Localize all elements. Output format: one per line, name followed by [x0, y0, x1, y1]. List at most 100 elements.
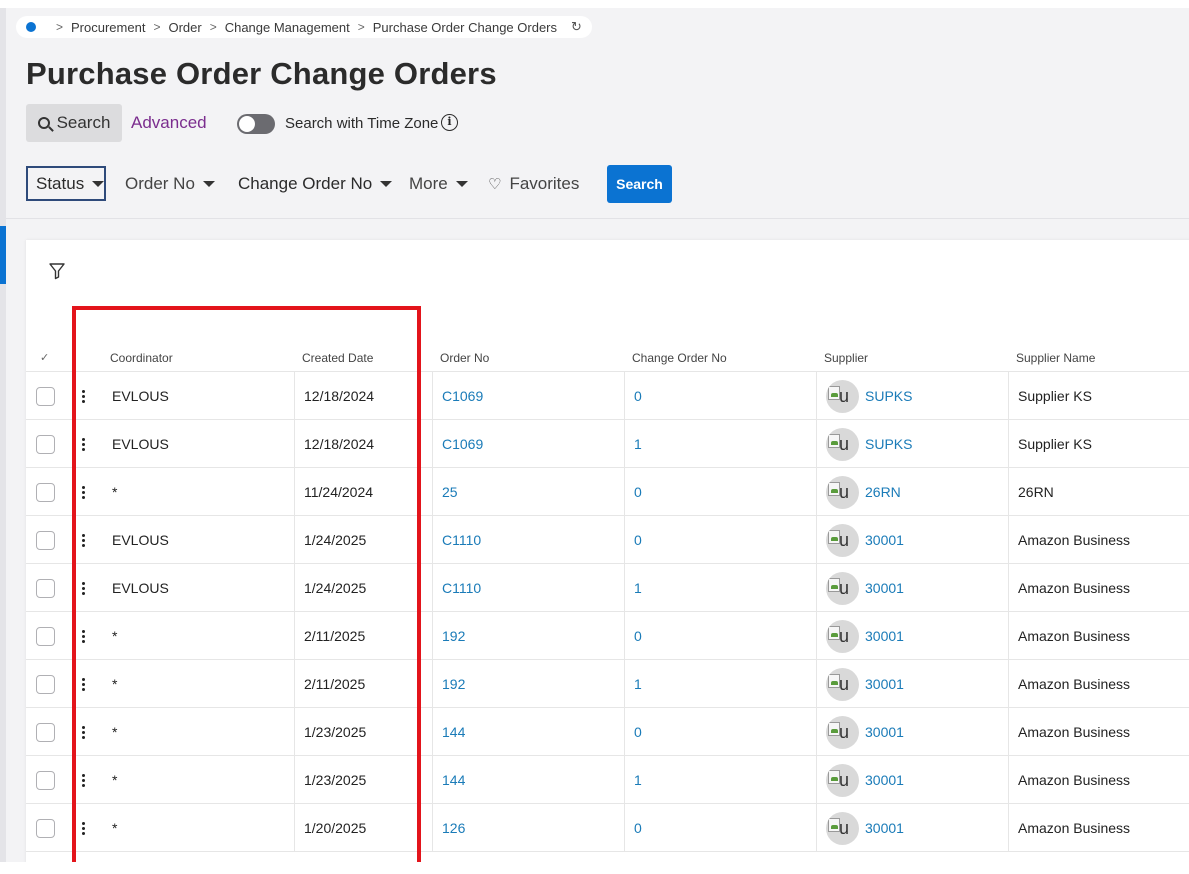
supplier-link[interactable]: 30001 — [865, 820, 904, 836]
row-actions-menu-icon[interactable] — [79, 660, 87, 708]
table-row[interactable]: * 11/24/2024 25 0 u 26RN 26RN — [26, 468, 1189, 516]
cell-order-no-link[interactable]: C1069 — [442, 420, 483, 468]
left-nav-active-indicator[interactable] — [0, 226, 6, 284]
table-row[interactable]: EVLOUS 12/18/2024 C1069 1 u SUPKS Supplier KS — [26, 420, 1189, 468]
supplier-link[interactable]: 30001 — [865, 772, 904, 788]
favorites-button[interactable]: ♡ Favorites — [488, 166, 579, 201]
breadcrumb-change-management[interactable]: Change Management — [225, 20, 350, 35]
cell-supplier-name: Supplier KS — [1018, 436, 1092, 452]
refresh-icon[interactable]: ↻ — [571, 19, 582, 35]
home-icon[interactable] — [26, 22, 36, 32]
column-divider — [816, 612, 817, 660]
column-header-order-no[interactable]: Order No — [440, 351, 489, 365]
supplier-link[interactable]: 30001 — [865, 532, 904, 548]
cell-change-order-no-link[interactable]: 0 — [634, 708, 642, 756]
row-actions-menu-icon[interactable] — [79, 420, 87, 468]
cell-change-order-no-link[interactable]: 1 — [634, 564, 642, 612]
cell-change-order-no-link[interactable]: 0 — [634, 804, 642, 852]
row-actions-menu-icon[interactable] — [79, 708, 87, 756]
row-checkbox[interactable] — [36, 708, 55, 756]
row-checkbox[interactable] — [36, 420, 55, 468]
cell-change-order-no-link[interactable]: 0 — [634, 468, 642, 516]
cell-order-no-link[interactable]: 192 — [442, 660, 465, 708]
cell-change-order-no-link[interactable]: 0 — [634, 612, 642, 660]
supplier-link[interactable]: 26RN — [865, 484, 901, 500]
column-header-supplier[interactable]: Supplier — [824, 351, 868, 365]
row-checkbox[interactable] — [36, 468, 55, 516]
column-header-coordinator[interactable]: Coordinator — [110, 351, 173, 365]
select-all-checkmark-icon[interactable]: ✓ — [40, 351, 49, 364]
cell-order-no-link[interactable]: 144 — [442, 708, 465, 756]
supplier-link[interactable]: 30001 — [865, 580, 904, 596]
cell-change-order-no-link[interactable]: 1 — [634, 420, 642, 468]
column-divider — [624, 660, 625, 708]
row-checkbox[interactable] — [36, 564, 55, 612]
row-checkbox[interactable] — [36, 756, 55, 804]
cell-change-order-no-link[interactable]: 0 — [634, 372, 642, 420]
cell-change-order-no-link[interactable]: 1 — [634, 660, 642, 708]
cell-supplier-name: Supplier KS — [1018, 388, 1092, 404]
table-row[interactable]: * 1/23/2025 144 0 u 30001 Amazon Business — [26, 708, 1189, 756]
cell-order-no-link[interactable]: C1069 — [442, 372, 483, 420]
column-divider — [432, 660, 433, 708]
row-actions-menu-icon[interactable] — [79, 804, 87, 852]
results-grid: ✓ Coordinator Created Date Order No Chan… — [26, 344, 1189, 852]
more-filters-button[interactable]: More — [409, 166, 468, 201]
search-submit-button[interactable]: Search — [607, 165, 672, 203]
info-icon[interactable]: i — [441, 114, 458, 131]
advanced-tab[interactable]: Advanced — [131, 113, 207, 133]
search-tab[interactable]: Search — [26, 104, 122, 142]
supplier-link[interactable]: SUPKS — [865, 388, 912, 404]
cell-order-no-link[interactable]: 25 — [442, 468, 458, 516]
row-checkbox[interactable] — [36, 804, 55, 852]
cell-order-no-link[interactable]: 192 — [442, 612, 465, 660]
cell-created-date: 1/24/2025 — [304, 580, 367, 596]
table-row[interactable]: * 2/11/2025 192 1 u 30001 Amazon Business — [26, 660, 1189, 708]
column-divider — [294, 708, 295, 756]
chevron-right-icon: > — [209, 20, 217, 34]
cell-coordinator: * — [112, 628, 118, 644]
breadcrumb-order[interactable]: Order — [168, 20, 201, 35]
time-zone-toggle[interactable] — [237, 114, 275, 134]
table-row[interactable]: * 1/20/2025 126 0 u 30001 Amazon Business — [26, 804, 1189, 852]
column-divider — [624, 804, 625, 852]
cell-supplier: u 30001 — [826, 564, 904, 612]
table-row[interactable]: EVLOUS 12/18/2024 C1069 0 u SUPKS Supplier KS — [26, 372, 1189, 420]
table-row[interactable]: * 2/11/2025 192 0 u 30001 Amazon Business — [26, 612, 1189, 660]
supplier-link[interactable]: SUPKS — [865, 436, 912, 452]
change-order-no-filter-button[interactable]: Change Order No — [238, 166, 393, 201]
supplier-link[interactable]: 30001 — [865, 724, 904, 740]
supplier-link[interactable]: 30001 — [865, 628, 904, 644]
row-actions-menu-icon[interactable] — [79, 612, 87, 660]
order-no-filter-button[interactable]: Order No — [125, 166, 215, 201]
row-actions-menu-icon[interactable] — [79, 516, 87, 564]
table-row[interactable]: EVLOUS 1/24/2025 C1110 0 u 30001 Amazon Busine… — [26, 516, 1189, 564]
row-checkbox[interactable] — [36, 516, 55, 564]
row-actions-menu-icon[interactable] — [79, 756, 87, 804]
supplier-link[interactable]: 30001 — [865, 676, 904, 692]
row-checkbox[interactable] — [36, 372, 55, 420]
column-header-created-date[interactable]: Created Date — [302, 351, 373, 365]
cell-change-order-no-link[interactable]: 0 — [634, 516, 642, 564]
row-checkbox[interactable] — [36, 612, 55, 660]
cell-order-no-link[interactable]: 126 — [442, 804, 465, 852]
cell-order-no-link[interactable]: C1110 — [442, 516, 481, 564]
status-filter-button[interactable]: Status — [26, 166, 106, 201]
cell-order-no-link[interactable]: C1110 — [442, 564, 481, 612]
cell-supplier: u SUPKS — [826, 372, 912, 420]
cell-supplier: u 30001 — [826, 516, 904, 564]
table-row[interactable]: * 1/23/2025 144 1 u 30001 Amazon Business — [26, 756, 1189, 804]
column-header-change-order-no[interactable]: Change Order No — [632, 351, 727, 365]
row-checkbox[interactable] — [36, 660, 55, 708]
cell-change-order-no-link[interactable]: 1 — [634, 756, 642, 804]
row-actions-menu-icon[interactable] — [79, 564, 87, 612]
column-divider — [1008, 612, 1009, 660]
column-header-supplier-name[interactable]: Supplier Name — [1016, 351, 1095, 365]
row-actions-menu-icon[interactable] — [79, 372, 87, 420]
change-order-no-filter-label: Change Order No — [238, 173, 373, 193]
row-actions-menu-icon[interactable] — [79, 468, 87, 516]
filter-funnel-icon[interactable] — [48, 262, 66, 280]
cell-order-no-link[interactable]: 144 — [442, 756, 465, 804]
table-row[interactable]: EVLOUS 1/24/2025 C1110 1 u 30001 Amazon Busine… — [26, 564, 1189, 612]
breadcrumb-procurement[interactable]: Procurement — [71, 20, 145, 35]
